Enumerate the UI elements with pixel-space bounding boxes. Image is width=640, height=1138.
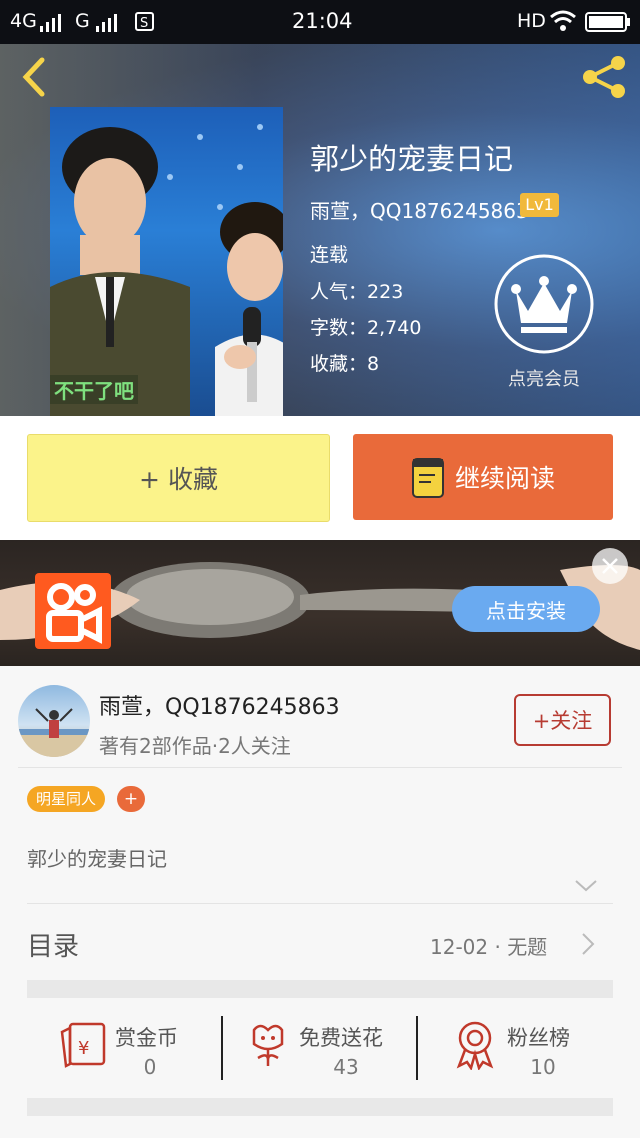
battery-icon	[585, 12, 631, 37]
ad-close-icon[interactable]	[592, 548, 628, 584]
divider	[27, 903, 613, 904]
continue-reading-label: 继续阅读	[454, 464, 555, 493]
author-stats: 著有2部作品·2人关注	[99, 734, 291, 758]
flower-icon	[246, 1020, 290, 1074]
fan-rank-value: 10	[530, 1055, 556, 1079]
book-icon	[411, 458, 444, 498]
popularity-value: 223	[367, 281, 404, 303]
divider	[18, 767, 622, 768]
add-tag-button[interactable]: +	[117, 786, 145, 812]
stat-divider	[416, 1016, 418, 1080]
cover-caption: 不干了吧	[50, 375, 138, 404]
share-icon[interactable]	[580, 54, 630, 104]
level-badge: Lv1	[520, 193, 559, 217]
popularity-label: 人气：	[310, 281, 368, 303]
signal-icon-2	[96, 14, 120, 37]
favorites-row: 收藏：8	[310, 349, 379, 376]
vip-crown-button[interactable]	[493, 253, 595, 355]
expand-chevron-icon[interactable]	[574, 878, 598, 898]
continue-reading-button[interactable]: 继续阅读	[353, 434, 613, 520]
ad-banner[interactable]: 点击安装	[0, 540, 640, 666]
network-4g-label: 4G	[10, 10, 37, 32]
svg-text:¥: ¥	[78, 1038, 89, 1059]
author-avatar[interactable]	[18, 685, 90, 757]
fan-rank-label[interactable]: 粉丝榜	[507, 1022, 570, 1052]
signal-icon	[40, 14, 64, 37]
medal-icon	[453, 1020, 497, 1074]
reward-coins-label[interactable]: 赏金币	[115, 1022, 178, 1052]
clock: 21:04	[292, 9, 353, 33]
catalog-latest-chapter[interactable]: 12-02 · 无题	[430, 931, 547, 960]
word-count-label: 字数：	[310, 317, 368, 339]
author-name[interactable]: 雨萱，QQ1876245863	[99, 689, 340, 721]
send-flower-value: 43	[333, 1055, 359, 1079]
catalog-label[interactable]: 目录	[27, 926, 79, 963]
favorites-value: 8	[367, 353, 380, 375]
send-flower-label[interactable]: 免费送花	[299, 1022, 383, 1052]
back-icon[interactable]	[18, 56, 50, 102]
tag-star-fanfic[interactable]: 明星同人	[27, 786, 106, 812]
status-bar: 4G G S 21:04 HD	[0, 0, 640, 44]
svg-text:S: S	[140, 16, 148, 31]
book-title: 郭少的宠妻日记	[310, 142, 514, 176]
ad-install-button[interactable]: 点击安装	[452, 586, 600, 632]
red-envelope-icon: ¥	[60, 1020, 110, 1074]
hd-label: HD	[517, 10, 546, 32]
crown-icon	[494, 254, 594, 354]
section-separator	[27, 980, 613, 998]
stat-divider	[221, 1016, 223, 1080]
notification-icon: S	[135, 12, 155, 37]
author-link[interactable]: 雨萱，QQ1876245863	[310, 195, 529, 224]
book-intro: 郭少的宠妻日记	[27, 847, 167, 871]
word-count-value: 2,740	[367, 317, 422, 339]
favorite-button[interactable]: + 收藏	[27, 434, 330, 522]
follow-button[interactable]: +关注	[514, 694, 611, 746]
network-g-label: G	[75, 10, 90, 32]
book-cover-image[interactable]: 不干了吧	[50, 107, 283, 416]
serial-status: 连载	[310, 244, 349, 266]
vip-label: 点亮会员	[508, 369, 580, 390]
chevron-right-icon[interactable]	[580, 932, 596, 960]
kuaishou-logo-icon	[35, 573, 111, 649]
reward-coins-value: 0	[143, 1055, 157, 1079]
section-separator	[27, 1098, 613, 1116]
word-count-row: 字数：2,740	[310, 313, 421, 340]
popularity-row: 人气：223	[310, 277, 403, 304]
wifi-icon	[549, 10, 577, 37]
favorites-label: 收藏：	[310, 353, 368, 375]
